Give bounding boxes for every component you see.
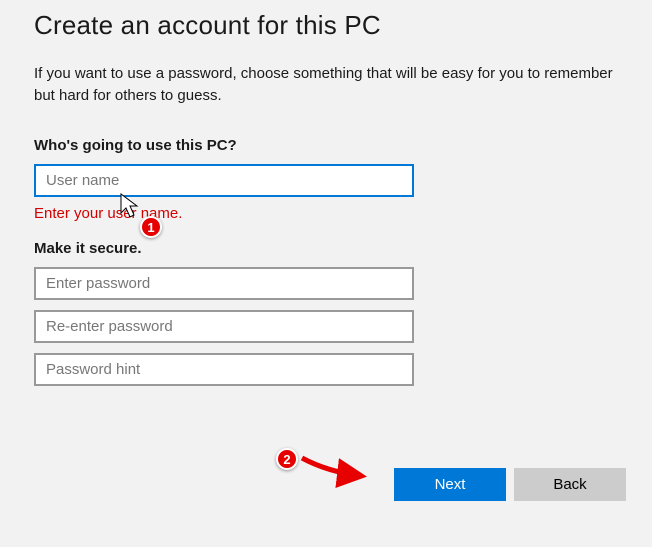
- annotation-marker-2: 2: [276, 448, 298, 470]
- reenter-password-input[interactable]: [34, 310, 414, 343]
- arrow-icon: [298, 448, 378, 488]
- back-button[interactable]: Back: [514, 468, 626, 501]
- password-input[interactable]: [34, 267, 414, 300]
- username-error: Enter your user name.: [34, 205, 618, 222]
- next-button[interactable]: Next: [394, 468, 506, 501]
- page-title: Create an account for this PC: [34, 10, 618, 41]
- page-description: If you want to use a password, choose so…: [34, 63, 618, 107]
- password-hint-input[interactable]: [34, 353, 414, 386]
- username-input[interactable]: [34, 164, 414, 197]
- secure-section-label: Make it secure.: [34, 240, 618, 257]
- user-section-label: Who's going to use this PC?: [34, 137, 618, 154]
